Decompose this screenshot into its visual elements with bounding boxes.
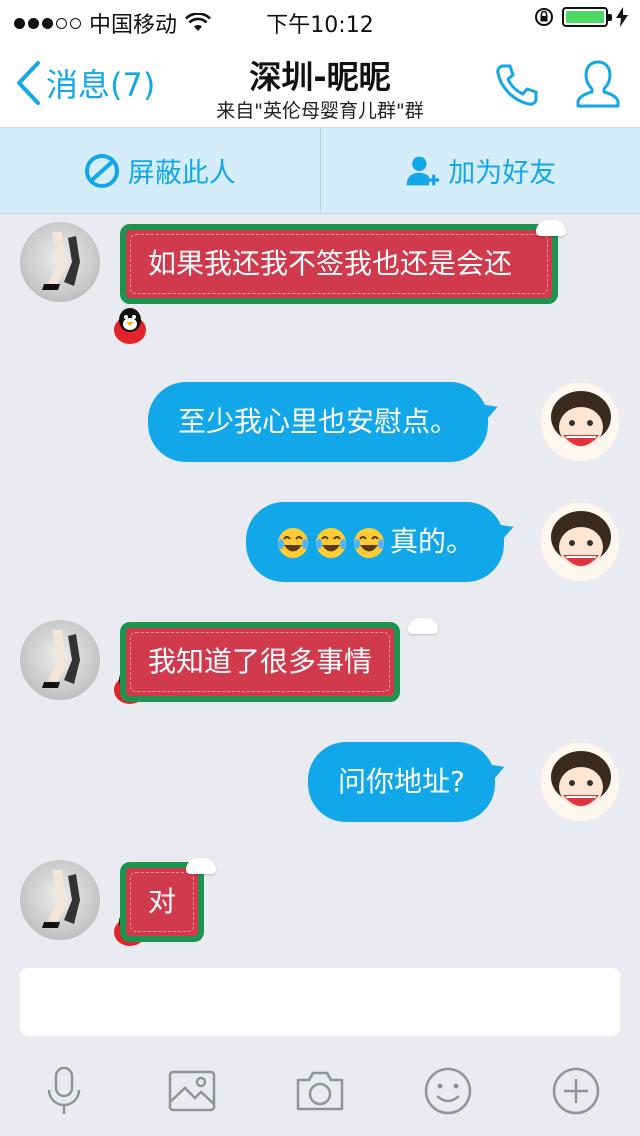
bubble-tail [493, 517, 517, 543]
message-text: 问你地址? [338, 765, 465, 798]
message-text: 如果我还我不签我也还是会还 [148, 247, 513, 280]
battery-icon [562, 7, 612, 27]
add-friend-button[interactable]: 加为好友 [321, 128, 640, 213]
page-title: 深圳-昵昵 [249, 58, 391, 96]
block-user-button[interactable]: 屏蔽此人 [0, 128, 320, 213]
status-right [534, 7, 628, 27]
smiley-icon[interactable] [421, 1064, 475, 1118]
block-label: 屏蔽此人 [127, 158, 236, 189]
message-input[interactable] [20, 968, 620, 1036]
add-friend-label: 加为好友 [448, 158, 557, 189]
avatar-image [42, 232, 80, 290]
rotation-lock-icon [535, 8, 553, 26]
laughing-crying-emoji-icon [278, 528, 308, 558]
block-icon [84, 153, 119, 188]
sender-avatar[interactable] [20, 860, 100, 940]
person-icon[interactable] [574, 58, 622, 110]
sender-avatar[interactable] [20, 222, 100, 302]
snow-decoration [186, 858, 216, 874]
message-text: 真的。 [390, 525, 475, 558]
laughing-crying-emoji-icon [316, 528, 346, 558]
status-bar: 中国移动 下午10:12 [0, 0, 640, 40]
message-bubble-sent[interactable]: 问你地址? [308, 742, 508, 822]
girl-avatar-icon [551, 391, 611, 447]
penguin-badge-icon [114, 308, 146, 344]
snow-decoration [536, 220, 566, 236]
action-bar: 屏蔽此人 加为好友 [0, 128, 640, 214]
girl-avatar-icon [551, 751, 611, 807]
message-bubble-sent[interactable]: 至少我心里也安慰点。 [148, 382, 501, 462]
plus-icon[interactable] [549, 1064, 603, 1118]
message-bubble-received[interactable]: 对 [120, 862, 205, 942]
avatar-image [42, 630, 80, 688]
my-avatar[interactable] [540, 382, 620, 462]
message-text: 至少我心里也安慰点。 [178, 405, 459, 438]
bubble-tail [483, 757, 508, 783]
girl-avatar-icon [551, 511, 611, 567]
page-subtitle: 来自"英伦母婴育儿群"群 [216, 100, 424, 122]
charging-bolt-icon [616, 7, 628, 27]
my-avatar[interactable] [540, 742, 620, 822]
add-person-icon [406, 156, 440, 185]
camera-icon[interactable] [293, 1064, 347, 1118]
sender-avatar[interactable] [20, 620, 100, 700]
message-bubble-sent[interactable]: 真的。 [246, 502, 517, 582]
laughing-crying-emoji-icon [354, 528, 384, 558]
bottom-toolbar [0, 1046, 640, 1136]
my-avatar[interactable] [540, 502, 620, 582]
image-icon[interactable] [165, 1064, 219, 1118]
nav-bar: 消息(7) 深圳-昵昵 来自"英伦母婴育儿群"群 [0, 40, 640, 128]
message-text: 对 [148, 885, 177, 918]
message-bubble-received[interactable]: 我知道了很多事情 [120, 622, 401, 702]
message-text: 我知道了很多事情 [148, 645, 373, 678]
avatar-image [42, 870, 80, 928]
snow-decoration [408, 618, 438, 634]
bubble-tail [477, 397, 501, 423]
message-bubble-received[interactable]: 如果我还我不签我也还是会还 [120, 224, 558, 304]
phone-icon[interactable] [494, 62, 540, 108]
microphone-icon[interactable] [37, 1064, 91, 1118]
